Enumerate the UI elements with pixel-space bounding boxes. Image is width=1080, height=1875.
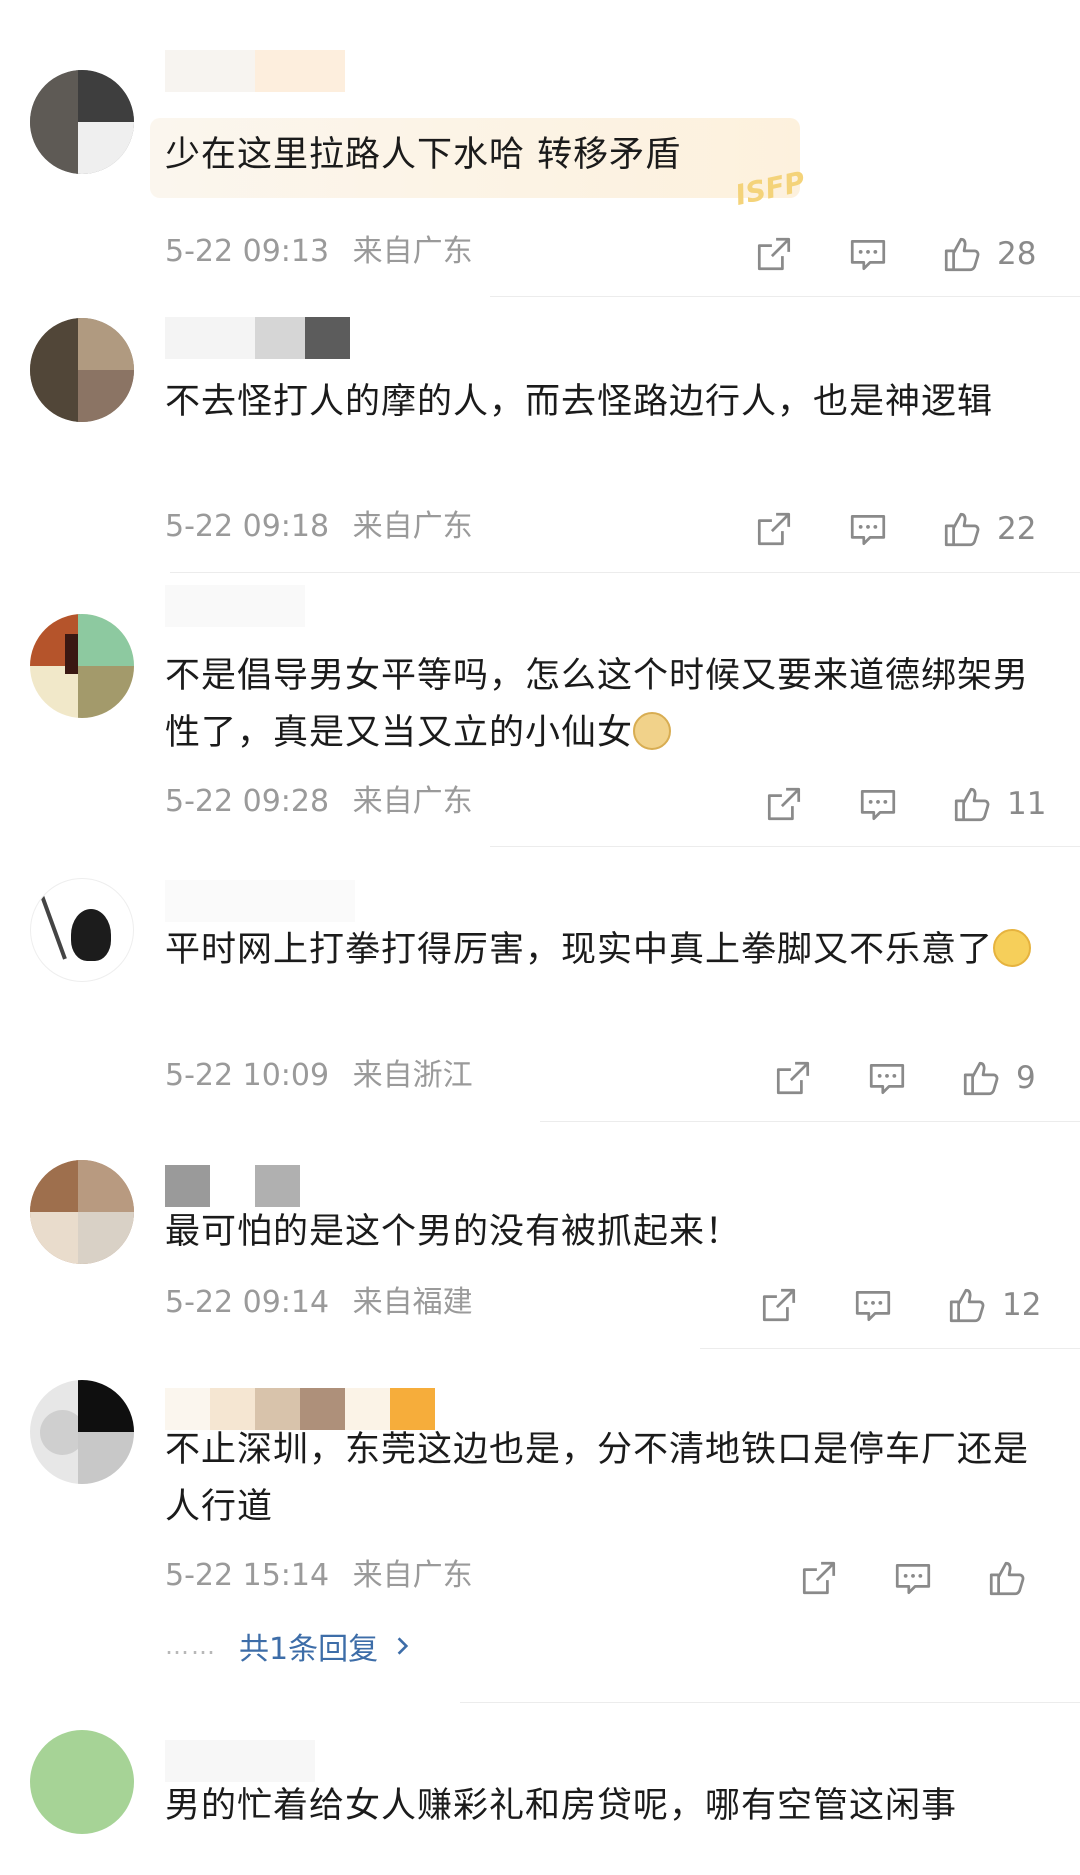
reply-count-text: 共1条回复 bbox=[239, 1632, 379, 1667]
comment-actions bbox=[748, 1556, 1042, 1600]
thumbs-up-icon bbox=[963, 1061, 999, 1096]
comment-meta: 5-22 09:14 来自福建 bbox=[165, 1283, 473, 1323]
like-count: 9 bbox=[1016, 1060, 1036, 1096]
divider bbox=[540, 1121, 1080, 1122]
avatar[interactable] bbox=[30, 1380, 134, 1484]
comment-location: 来自福建 bbox=[352, 1285, 473, 1320]
like-button[interactable]: 9 bbox=[960, 1057, 1036, 1099]
like-button[interactable]: 22 bbox=[941, 508, 1036, 550]
divider bbox=[490, 296, 1080, 297]
thinking-emoji-icon bbox=[993, 929, 1032, 967]
comment-location: 来自广东 bbox=[352, 509, 473, 544]
chevron-right-icon bbox=[397, 1637, 409, 1655]
comment-time: 5-22 09:28 bbox=[165, 784, 330, 819]
divider bbox=[490, 846, 1080, 847]
username-blurred[interactable] bbox=[165, 317, 350, 359]
thumbs-up-icon bbox=[989, 1561, 1025, 1596]
comment-text: 不是倡导男女平等吗，怎么这个时候又要来道德绑架男性了，真是又当又立的小仙女 bbox=[165, 648, 1035, 762]
comment-text-content: 不是倡导男女平等吗，怎么这个时候又要来道德绑架男性了，真是又当又立的小仙女 bbox=[165, 656, 1030, 753]
comment-button[interactable] bbox=[847, 508, 889, 550]
thumbs-up-icon bbox=[954, 787, 990, 822]
comment-meta: 5-22 10:09 来自浙江 bbox=[165, 1056, 473, 1096]
share-button[interactable] bbox=[798, 1557, 840, 1599]
divider bbox=[170, 572, 1080, 573]
comment-text: 不去怪打人的摩的人，而去怪路边行人，也是神逻辑 bbox=[165, 382, 994, 422]
comment-button[interactable] bbox=[847, 233, 889, 275]
share-icon bbox=[757, 237, 791, 271]
comment-actions: 28 bbox=[703, 232, 1036, 276]
comment-location: 来自广东 bbox=[352, 784, 473, 819]
comment-location: 来自广东 bbox=[352, 234, 473, 269]
like-count: 22 bbox=[997, 511, 1037, 547]
doge-emoji-icon bbox=[633, 712, 672, 750]
avatar[interactable] bbox=[30, 318, 134, 422]
comment-time: 5-22 10:09 bbox=[165, 1058, 330, 1093]
comment-time: 5-22 09:13 bbox=[165, 234, 330, 269]
view-replies-link[interactable]: …… 共1条回复 bbox=[165, 1624, 414, 1668]
avatar[interactable] bbox=[30, 70, 134, 174]
comment-time: 5-22 15:14 bbox=[165, 1558, 330, 1593]
comment-icon bbox=[850, 515, 886, 546]
comment-icon bbox=[895, 1564, 931, 1595]
comment-actions: 22 bbox=[703, 507, 1036, 551]
avatar[interactable] bbox=[30, 1160, 134, 1264]
like-count: 28 bbox=[997, 236, 1037, 272]
avatar[interactable] bbox=[30, 614, 134, 718]
username-blurred[interactable] bbox=[165, 585, 305, 627]
comment-actions: 11 bbox=[713, 782, 1046, 826]
comment-meta: 5-22 09:28 来自广东 bbox=[165, 782, 473, 822]
comment-location: 来自浙江 bbox=[352, 1058, 473, 1093]
comment-time: 5-22 09:14 bbox=[165, 1285, 330, 1320]
comment-button[interactable] bbox=[866, 1057, 908, 1099]
like-button[interactable]: 12 bbox=[946, 1284, 1041, 1326]
comment-location: 来自广东 bbox=[352, 1558, 473, 1593]
comment-text: 男的忙着给女人赚彩礼和房贷呢，哪有空管这闲事 bbox=[165, 1786, 958, 1826]
thumbs-up-icon bbox=[944, 512, 980, 547]
comment-button[interactable] bbox=[852, 1284, 894, 1326]
comment-icon bbox=[869, 1064, 905, 1095]
username-blurred[interactable] bbox=[165, 1165, 300, 1207]
divider bbox=[460, 1702, 1080, 1703]
share-icon bbox=[767, 787, 801, 821]
like-count: 11 bbox=[1007, 786, 1047, 822]
like-button[interactable] bbox=[986, 1557, 1042, 1599]
comment-icon bbox=[855, 1291, 891, 1322]
thumbs-up-icon bbox=[944, 237, 980, 272]
share-icon bbox=[762, 1288, 796, 1322]
thumbs-up-icon bbox=[949, 1288, 985, 1323]
divider bbox=[700, 1348, 1080, 1349]
comment-text: 不止深圳，东莞这边也是，分不清地铁口是停车厂还是人行道 bbox=[165, 1430, 1030, 1527]
comment-meta: 5-22 15:14 来自广东 bbox=[165, 1556, 473, 1596]
comment-meta: 5-22 09:18 来自广东 bbox=[165, 507, 473, 547]
username-blurred[interactable] bbox=[165, 50, 345, 92]
avatar[interactable] bbox=[30, 1730, 134, 1834]
comment-icon bbox=[850, 240, 886, 271]
share-icon bbox=[802, 1561, 836, 1595]
avatar[interactable] bbox=[30, 878, 134, 982]
comment-text: 平时网上打拳打得厉害，现实中真上拳脚又不乐意了 bbox=[165, 922, 1035, 979]
username-blurred[interactable] bbox=[165, 1740, 315, 1782]
username-blurred[interactable] bbox=[165, 880, 355, 922]
comment-button[interactable] bbox=[857, 783, 899, 825]
share-icon bbox=[776, 1061, 810, 1095]
comment-button[interactable] bbox=[892, 1557, 934, 1599]
reply-dots: …… bbox=[165, 1632, 217, 1660]
comment-icon bbox=[860, 790, 896, 821]
share-button[interactable] bbox=[763, 783, 805, 825]
like-button[interactable]: 11 bbox=[951, 783, 1046, 825]
share-button[interactable] bbox=[758, 1284, 800, 1326]
share-button[interactable] bbox=[753, 233, 795, 275]
comment-text: 少在这里拉路人下水哈 转移矛盾 bbox=[165, 135, 682, 175]
like-button[interactable]: 28 bbox=[941, 233, 1036, 275]
comment-meta: 5-22 09:13 来自广东 bbox=[165, 232, 473, 272]
comment-time: 5-22 09:18 bbox=[165, 509, 330, 544]
share-icon bbox=[757, 512, 791, 546]
comment-actions: 12 bbox=[708, 1283, 1041, 1327]
share-button[interactable] bbox=[753, 508, 795, 550]
comment-text-content: 平时网上打拳打得厉害，现实中真上拳脚又不乐意了 bbox=[165, 930, 994, 970]
comment-text: 最可怕的是这个男的没有被抓起来！ bbox=[165, 1212, 742, 1252]
like-count: 12 bbox=[1002, 1287, 1042, 1323]
share-button[interactable] bbox=[772, 1057, 814, 1099]
comment-actions: 9 bbox=[722, 1056, 1036, 1100]
